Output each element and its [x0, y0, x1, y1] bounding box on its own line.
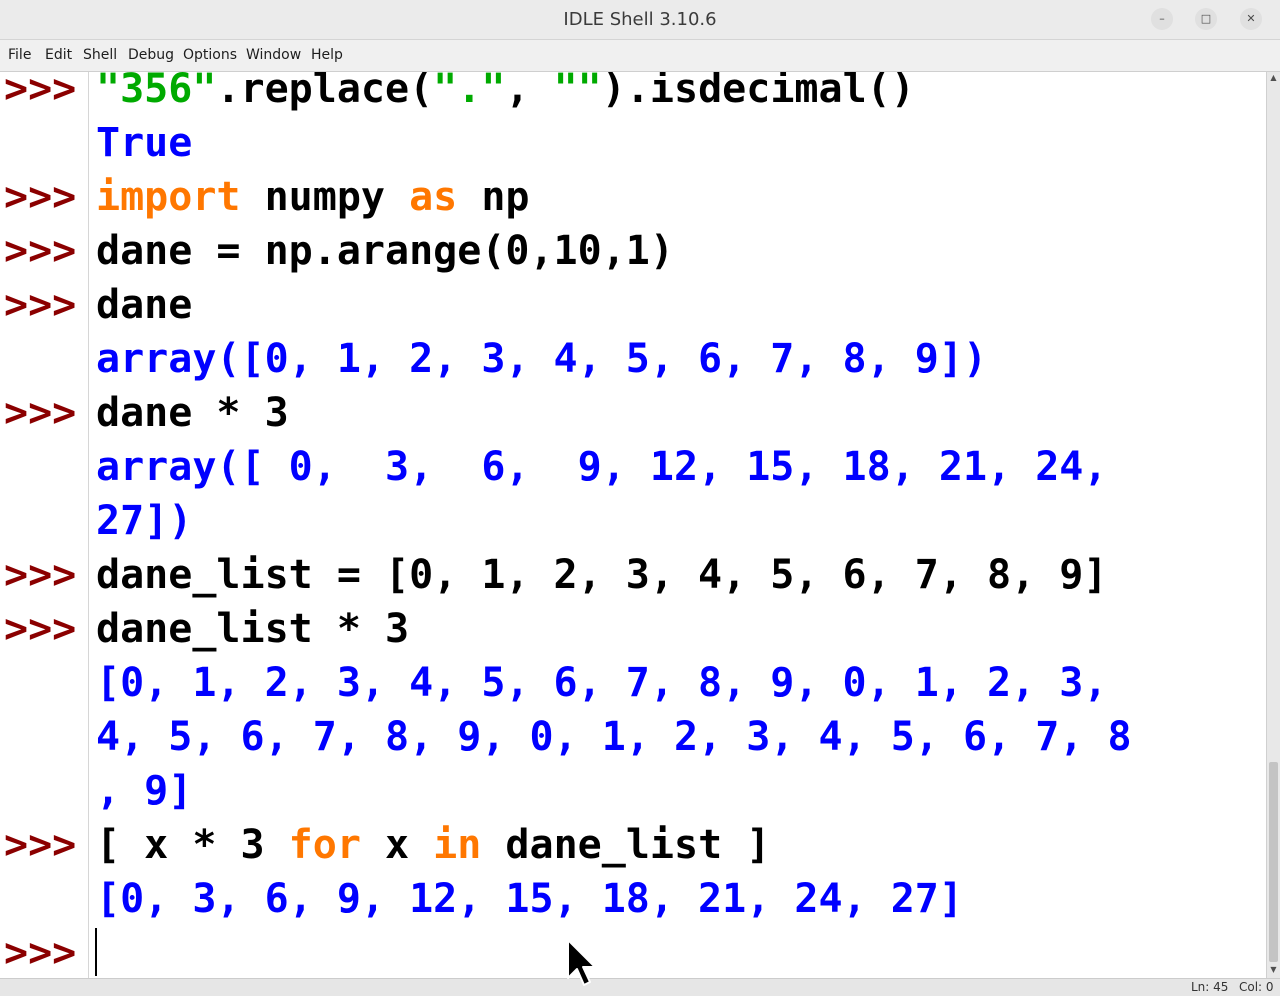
code-text: ,: [505, 72, 554, 112]
scroll-up-icon[interactable]: ▲: [1267, 72, 1280, 84]
code-text: x: [360, 822, 434, 868]
menu-options[interactable]: Options: [183, 40, 237, 71]
shell-prompt: >>>: [4, 552, 77, 598]
menu-window[interactable]: Window: [246, 40, 301, 71]
scroll-down-icon[interactable]: ▼: [1267, 964, 1280, 976]
text-caret: [95, 928, 97, 976]
code-text: numpy: [240, 174, 410, 220]
shell-input-line: dane_list = [0, 1, 2, 3, 4, 5, 6, 7, 8, …: [96, 552, 1108, 598]
code-text: ).isdecimal(): [601, 72, 915, 112]
string-literal: "356": [96, 72, 217, 112]
shell-prompt: >>>: [4, 174, 77, 220]
shell-output-line: True: [96, 120, 193, 166]
shell-input-line: import numpy as np: [96, 170, 530, 224]
shell-output-line: 27]): [96, 498, 193, 544]
shell-output-line: , 9]: [96, 768, 193, 814]
code-text: dane_list ]: [481, 822, 771, 868]
shell-input-line: dane * 3: [96, 390, 289, 436]
menu-bar: File Edit Shell Debug Options Window Hel…: [0, 40, 1280, 72]
column-number-status: Col: 0: [1239, 980, 1274, 994]
code-text: np: [457, 174, 530, 220]
close-icon[interactable]: ✕: [1240, 8, 1262, 30]
menu-shell[interactable]: Shell: [83, 40, 117, 71]
shell-input-line: "356".replace(".", "").isdecimal(): [96, 72, 915, 116]
shell-prompt: >>>: [4, 282, 77, 328]
prompt-gutter: >>> >>> >>> >>> >>> >>> >>> >>> >>>: [0, 72, 89, 978]
minimize-icon[interactable]: –: [1151, 8, 1173, 30]
code-text: .replace(: [216, 72, 434, 112]
string-literal: "": [553, 72, 602, 112]
shell-input-line: dane: [96, 282, 193, 328]
line-number-status: Ln: 45: [1191, 980, 1229, 994]
shell-text-area[interactable]: "356".replace(".", "").isdecimal() True …: [89, 72, 1266, 978]
menu-help[interactable]: Help: [311, 40, 343, 71]
keyword: for: [288, 822, 361, 868]
shell-prompt: >>>: [4, 822, 77, 868]
shell-output-line: 4, 5, 6, 7, 8, 9, 0, 1, 2, 3, 4, 5, 6, 7…: [96, 714, 1132, 760]
shell-prompt: >>>: [4, 228, 77, 274]
shell-input-line: dane_list * 3: [96, 606, 410, 652]
keyword: as: [409, 174, 458, 220]
code-text: [ x * 3: [96, 822, 289, 868]
title-bar: IDLE Shell 3.10.6 – □ ✕: [0, 0, 1280, 40]
shell-output-line: [0, 3, 6, 9, 12, 15, 18, 21, 24, 27]: [96, 876, 963, 922]
window-title: IDLE Shell 3.10.6: [563, 9, 717, 30]
shell-output-line: [0, 1, 2, 3, 4, 5, 6, 7, 8, 9, 0, 1, 2, …: [96, 660, 1108, 706]
shell-prompt: >>>: [4, 72, 77, 112]
scrollbar-thumb[interactable]: [1269, 762, 1278, 962]
keyword: in: [433, 822, 482, 868]
shell-prompt: >>>: [4, 606, 77, 652]
shell-input-line: dane = np.arange(0,10,1): [96, 228, 674, 274]
mouse-pointer-icon: [567, 939, 596, 986]
vertical-scrollbar[interactable]: ▲ ▼: [1266, 72, 1280, 978]
menu-edit[interactable]: Edit: [45, 40, 72, 71]
menu-file[interactable]: File: [8, 40, 31, 71]
shell-prompt: >>>: [4, 390, 77, 436]
shell-input-line: [ x * 3 for x in dane_list ]: [96, 818, 770, 872]
shell-output-line: array([ 0, 3, 6, 9, 12, 15, 18, 21, 24,: [96, 444, 1108, 490]
string-literal: ".": [433, 72, 506, 112]
shell-prompt: >>>: [4, 930, 77, 976]
shell-output-line: array([0, 1, 2, 3, 4, 5, 6, 7, 8, 9]): [96, 336, 988, 382]
keyword: import: [96, 174, 241, 220]
status-bar: Ln: 45 Col: 0: [0, 978, 1280, 996]
menu-debug[interactable]: Debug: [128, 40, 174, 71]
maximize-icon[interactable]: □: [1195, 8, 1217, 30]
